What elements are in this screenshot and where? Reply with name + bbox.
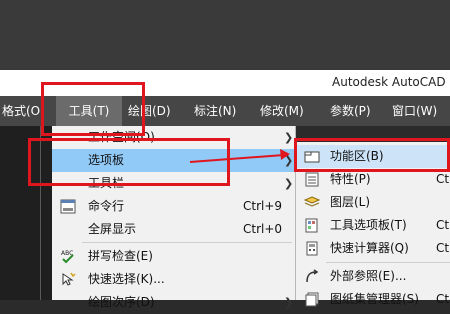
menu-item-label: 拼写检查(E) <box>88 249 153 263</box>
submenu-arrow-icon: ❯ <box>284 154 294 167</box>
menu-separator <box>82 242 292 243</box>
menu-parametric[interactable]: 参数(P) <box>330 96 380 126</box>
shortcut-text: Ct <box>436 241 450 255</box>
quick-select-icon <box>62 272 76 286</box>
submenu-arrow-icon: ❯ <box>284 296 294 309</box>
menu-item-label: 快速选择(K)... <box>88 272 165 286</box>
submenu-item-label: 外部参照(E)... <box>330 269 407 283</box>
submenu-item-label: 快速计算器(Q) <box>330 241 409 255</box>
submenu-arrow-icon: ❯ <box>284 177 294 190</box>
submenu-item-label: 工具选项板(T) <box>330 218 407 232</box>
menu-item-label: 全屏显示 <box>88 222 137 236</box>
menu-item-spell-check[interactable]: ABC 拼写检查(E) <box>52 245 295 268</box>
menu-item-label: 绘图次序(D) <box>88 295 155 309</box>
shortcut-text: Ctrl+9 <box>243 199 283 213</box>
menu-separator <box>326 262 450 263</box>
shortcut-text: Ct <box>436 218 450 232</box>
annotation-box-ribbon <box>294 138 450 172</box>
annotation-box-tools <box>41 82 145 136</box>
tool-palettes-icon <box>305 218 318 233</box>
submenu-item-quick-calc[interactable]: 快速计算器(Q) Ct <box>296 237 450 260</box>
menu-item-label: 命令行 <box>88 199 125 213</box>
menu-item-command-line[interactable]: 命令行 Ctrl+9 <box>52 195 295 218</box>
xref-icon <box>306 269 319 283</box>
submenu-item-label: 图层(L) <box>330 195 371 209</box>
menu-item-fullscreen[interactable]: 全屏显示 Ctrl+0 <box>52 218 295 241</box>
menu-item-quick-select[interactable]: 快速选择(K)... <box>52 268 295 291</box>
submenu-item-xref[interactable]: 外部参照(E)... <box>296 265 450 288</box>
window-title: Autodesk AutoCAD 2 <box>332 75 450 89</box>
shortcut-text: Ctrl+0 <box>243 222 283 236</box>
properties-icon <box>305 172 319 187</box>
submenu-arrow-icon: ❯ <box>284 131 294 144</box>
menu-modify[interactable]: 修改(M) <box>260 96 310 126</box>
menu-window[interactable]: 窗口(W) <box>392 96 448 126</box>
calculator-icon <box>306 241 318 256</box>
menu-item-draw-order[interactable]: 绘图次序(D) ❯ <box>52 291 295 314</box>
spell-check-icon: ABC <box>61 250 74 264</box>
layers-icon <box>304 196 320 207</box>
menu-dimension[interactable]: 标注(N) <box>194 96 246 126</box>
annotation-box-palettes <box>28 138 230 186</box>
submenu-item-layers[interactable]: 图层(L) <box>296 191 450 214</box>
canvas-top-area <box>0 0 450 70</box>
submenu-item-tool-palettes[interactable]: 工具选项板(T) Ct <box>296 214 450 237</box>
command-line-icon <box>60 199 76 214</box>
